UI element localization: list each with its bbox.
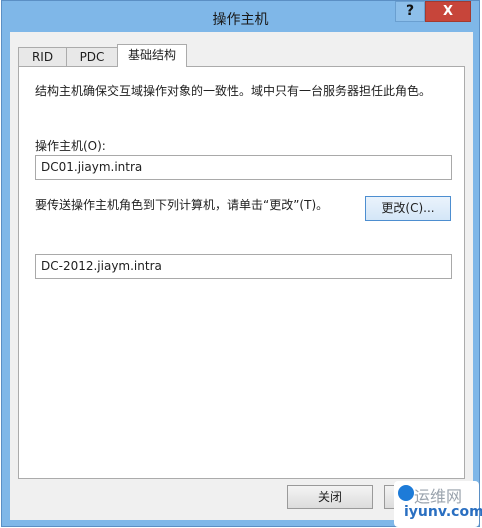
- role-description: 结构主机确保交互域操作对象的一致性。域中只有一台服务器担任此角色。: [35, 84, 432, 98]
- close-button[interactable]: 关闭: [287, 485, 373, 509]
- watermark-logo-icon: [398, 485, 414, 501]
- dialog-client-area: RID PDC 基础结构 结构主机确保交互域操作对象的一致性。域中只有一台服务器…: [10, 32, 473, 520]
- operations-master-label: 操作主机(O):: [35, 139, 106, 153]
- target-computer-field[interactable]: DC-2012.jiaym.intra: [35, 254, 452, 279]
- dialog-window: 操作主机 ? X RID PDC 基础结构 结构主机确保交互域操作对象的一致性。…: [1, 0, 480, 527]
- watermark-en-text: iyunv.com: [404, 504, 482, 520]
- site-watermark: 运维网 iyunv.com: [394, 481, 482, 527]
- help-button[interactable]: ?: [395, 1, 425, 22]
- change-button[interactable]: 更改(C)...: [365, 196, 451, 221]
- tab-pdc[interactable]: PDC: [66, 47, 118, 66]
- tab-rid[interactable]: RID: [18, 47, 67, 66]
- tab-infrastructure[interactable]: 基础结构: [117, 44, 187, 67]
- tab-panel-infrastructure: 结构主机确保交互域操作对象的一致性。域中只有一台服务器担任此角色。 操作主机(O…: [18, 66, 465, 479]
- title-bar[interactable]: 操作主机 ? X: [2, 1, 479, 33]
- window-close-button[interactable]: X: [425, 1, 471, 22]
- operations-master-field[interactable]: DC01.jiaym.intra: [35, 155, 452, 180]
- transfer-instruction: 要传送操作主机角色到下列计算机，请单击“更改”(T)。: [35, 198, 329, 212]
